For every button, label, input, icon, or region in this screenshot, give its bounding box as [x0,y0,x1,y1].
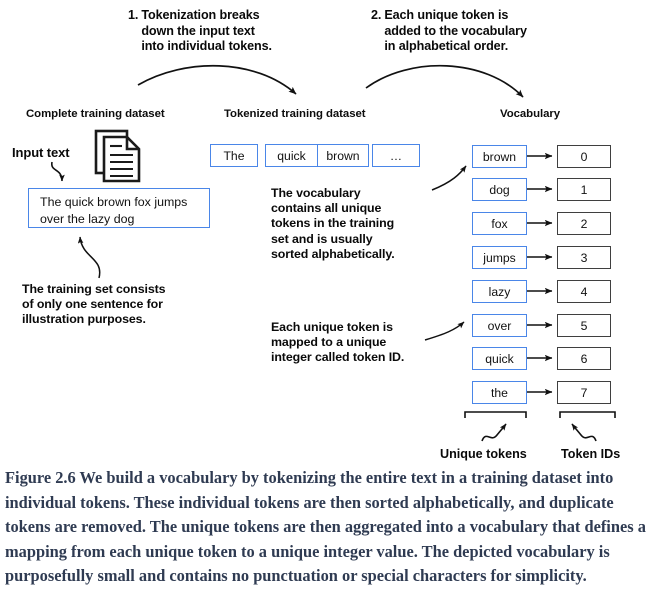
step-2-index: 2. [371,8,382,22]
vocab-token-5: over [472,314,527,337]
arc-arrow-step1 [137,65,297,95]
training-set-note: The training set consists of only one se… [22,282,166,327]
step-2-text: Each unique token is added to the vocabu… [384,8,527,54]
bracket-unique-tokens [464,411,527,418]
arrow-mapping-note [424,321,465,341]
vocab-token-1: dog [472,178,527,201]
column-header-complete-dataset: Complete training dataset [26,108,165,120]
squiggle-arrow-unique-tokens [481,423,507,442]
vocab-id-7: 7 [557,381,611,404]
squiggle-arrow-token-ids [571,423,597,442]
group-label-token-ids: Token IDs [561,447,621,461]
group-label-unique-tokens: Unique tokens [440,447,527,461]
token-box-3: … [372,144,420,167]
vocab-token-2: fox [472,212,527,235]
figure-caption: Figure 2.6 We build a vocabulary by toke… [5,468,646,586]
vocab-token-3: jumps [472,246,527,269]
column-header-vocabulary: Vocabulary [500,108,561,120]
vocab-token-0: brown [472,145,527,168]
arrow-vocab-note [431,165,467,191]
token-box-0: The [210,144,258,167]
step-1-index: 1. [128,8,139,22]
arrow-input-text [51,161,65,182]
vocab-token-6: quick [472,347,527,370]
step-2-annotation: 2. Each unique token is added to the voc… [371,8,527,55]
input-sentence-box: The quick brown fox jumps over the lazy … [28,188,210,228]
token-box-2: brown [317,144,369,167]
step-1-text: Tokenization breaks down the input text … [141,8,272,54]
token-to-id-arrows [527,152,553,396]
vocabulary-note: The vocabulary contains all unique token… [271,186,395,261]
document-icon [94,129,141,183]
vocab-id-0: 0 [557,145,611,168]
arc-arrow-step2 [365,64,524,98]
vocab-id-3: 3 [557,246,611,269]
vocab-id-5: 5 [557,314,611,337]
mapping-note: Each unique token is mapped to a unique … [271,320,405,365]
step-1-annotation: 1. Tokenization breaks down the input te… [128,8,272,55]
vocab-id-2: 2 [557,212,611,235]
bracket-token-ids [559,411,616,418]
column-header-tokenized-dataset: Tokenized training dataset [224,108,366,120]
input-text-label: Input text [12,145,70,160]
token-box-1: quick [265,144,318,167]
vocab-id-4: 4 [557,280,611,303]
vocab-id-1: 1 [557,178,611,201]
arrow-training-note [77,236,101,279]
vocab-token-4: lazy [472,280,527,303]
vocab-id-6: 6 [557,347,611,370]
vocab-token-7: the [472,381,527,404]
